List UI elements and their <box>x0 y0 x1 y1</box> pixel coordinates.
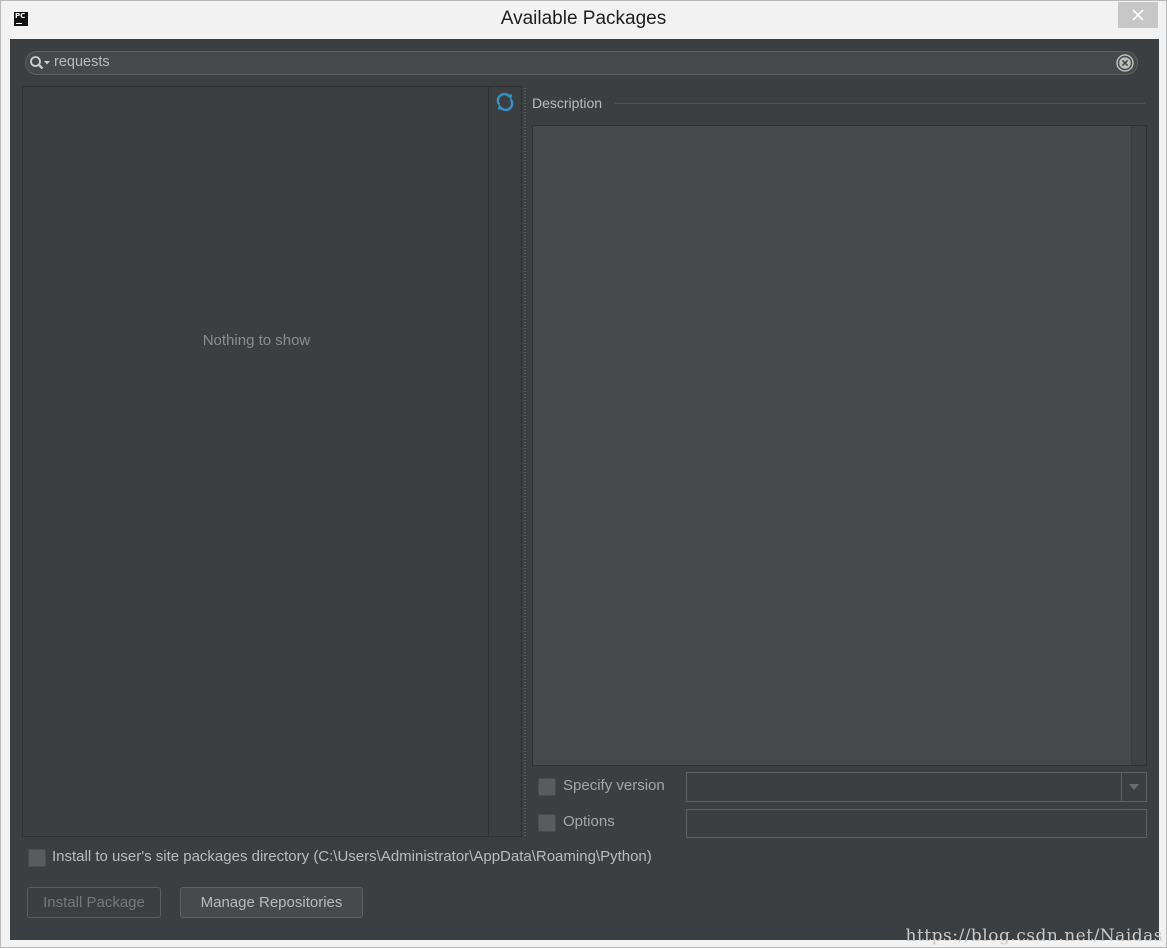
chevron-down-icon[interactable] <box>1129 784 1139 791</box>
close-button[interactable] <box>1118 2 1158 28</box>
dialog-window: PC Available Packages requests Nothing t… <box>0 0 1167 948</box>
panel-splitter[interactable] <box>522 86 528 837</box>
window-title: Available Packages <box>500 8 667 29</box>
title-bar: PC Available Packages <box>1 1 1166 38</box>
install-user-checkbox[interactable] <box>28 849 46 867</box>
description-separator <box>615 103 1145 104</box>
options-input[interactable] <box>686 809 1147 838</box>
options-checkbox[interactable] <box>538 814 556 832</box>
select-divider <box>1121 773 1122 801</box>
search-input[interactable]: requests <box>54 54 110 70</box>
description-area[interactable] <box>532 125 1147 766</box>
specify-version-checkbox[interactable] <box>538 778 556 796</box>
refresh-icon[interactable] <box>495 92 515 112</box>
empty-list-text: Nothing to show <box>202 332 311 349</box>
install-user-label: Install to user's site packages director… <box>52 848 652 865</box>
version-select[interactable] <box>686 772 1147 802</box>
watermark-text: https://blog.csdn.net/Naidas <box>905 926 1163 946</box>
install-package-button[interactable]: Install Package <box>27 887 161 918</box>
search-icon[interactable] <box>29 55 51 71</box>
clear-icon[interactable] <box>1116 54 1134 72</box>
manage-repositories-button[interactable]: Manage Repositories <box>180 887 363 918</box>
options-label: Options <box>563 813 615 830</box>
description-scrollbar[interactable] <box>1131 126 1146 765</box>
search-field[interactable]: requests <box>25 51 1138 75</box>
list-toolbar <box>489 86 522 837</box>
dialog-content: requests Nothing to show Description Spe… <box>10 39 1159 940</box>
package-list[interactable]: Nothing to show <box>22 86 489 837</box>
specify-version-label: Specify version <box>563 777 665 794</box>
description-label: Description <box>532 95 603 111</box>
close-icon <box>1132 9 1144 21</box>
